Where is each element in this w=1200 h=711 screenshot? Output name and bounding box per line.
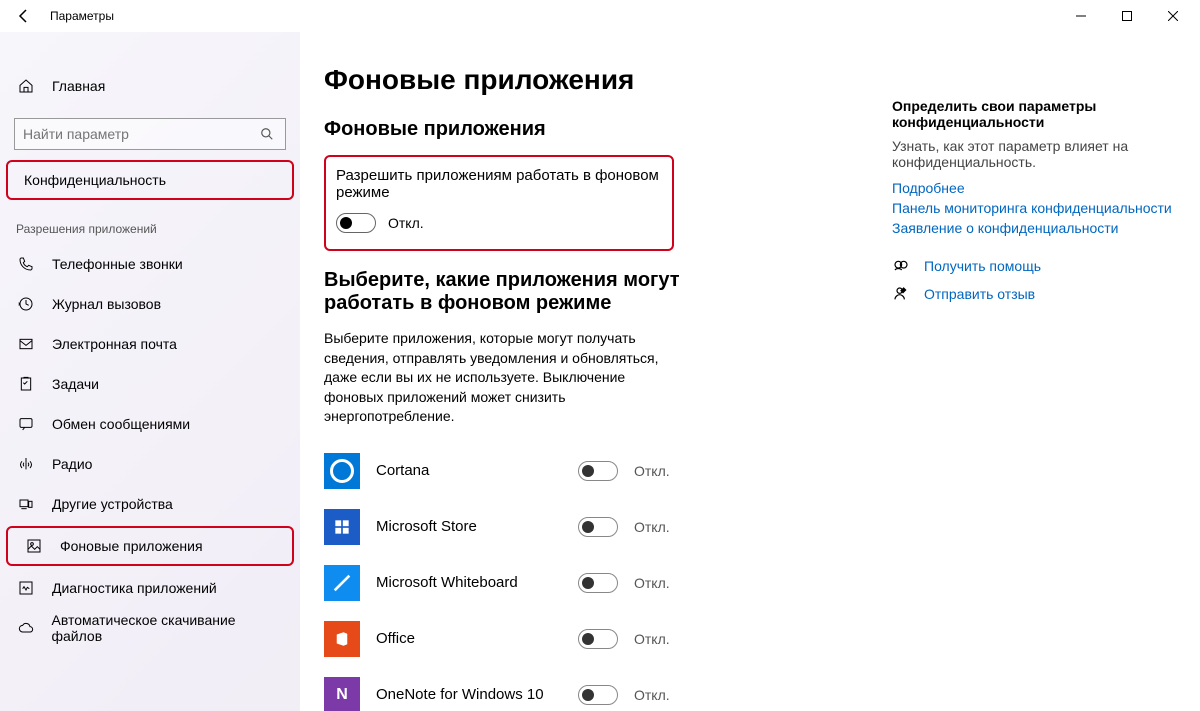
app-row-cortana: Cortana Откл. [324,443,684,499]
sidebar-item-label: Задачи [52,376,99,392]
background-icon [24,536,44,556]
sidebar-item-label: Радио [52,456,92,472]
app-name: Office [376,630,578,647]
devices-icon [16,494,36,514]
sidebar-item-label: Фоновые приложения [60,538,203,554]
app-toggle[interactable] [578,517,618,537]
help-icon [892,258,910,274]
app-name: OneNote for Windows 10 [376,686,578,703]
aside-link[interactable]: Панель мониторинга конфиденциальности [892,200,1172,216]
phone-icon [16,254,36,274]
master-toggle-state: Откл. [388,215,424,231]
office-app-icon [324,621,360,657]
sidebar-item-label: Диагностика приложений [52,580,217,596]
sidebar-item-label: Автоматическое скачивание файлов [51,612,284,644]
sidebar-item-phone[interactable]: Телефонные звонки [0,244,300,284]
store-app-icon [324,509,360,545]
app-name: Microsoft Whiteboard [376,574,578,591]
sidebar-home[interactable]: Главная [0,66,300,106]
back-button[interactable] [4,0,44,32]
titlebar: Параметры [0,0,1200,32]
aside: Определить свои параметры конфиденциальн… [892,52,1172,711]
app-toggle-state: Откл. [634,575,684,591]
radio-icon [16,454,36,474]
diagnostics-icon [16,578,36,598]
sidebar-item-mail[interactable]: Электронная почта [0,324,300,364]
sidebar-item-label: Обмен сообщениями [52,416,190,432]
app-row-office: Office Откл. [324,611,684,667]
section1-title: Фоновые приложения [324,118,862,141]
sidebar-home-label: Главная [52,78,105,94]
window-title: Параметры [50,9,114,23]
app-row-store: Microsoft Store Откл. [324,499,684,555]
app-row-whiteboard: Microsoft Whiteboard Откл. [324,555,684,611]
sidebar-item-radio[interactable]: Радио [0,444,300,484]
feedback-link[interactable]: Отправить отзыв [924,286,1035,302]
page-title: Фоновые приложения [324,64,862,96]
sidebar-item-message[interactable]: Обмен сообщениями [0,404,300,444]
whiteboard-app-icon [324,565,360,601]
sidebar-group-label: Разрешения приложений [0,204,300,244]
sidebar-item-background[interactable]: Фоновые приложения [6,526,294,566]
aside-text: Узнать, как этот параметр влияет на конф… [892,138,1172,170]
allow-label: Разрешить приложениям работать в фоновом… [336,167,662,201]
minimize-button[interactable] [1058,0,1104,32]
sidebar-item-label: Электронная почта [52,336,177,352]
aside-link[interactable]: Заявление о конфиденциальности [892,220,1172,236]
home-icon [16,76,36,96]
sidebar-item-diagnostics[interactable]: Диагностика приложений [0,568,300,608]
aside-link[interactable]: Подробнее [892,180,1172,196]
app-toggle-state: Откл. [634,519,684,535]
onenote-app-icon: N [324,677,360,711]
app-toggle[interactable] [578,629,618,649]
feedback-icon [892,286,910,302]
search-input[interactable] [23,126,257,142]
cortana-app-icon [324,453,360,489]
sidebar-item-tasks[interactable]: Задачи [0,364,300,404]
help-link[interactable]: Получить помощь [924,258,1041,274]
maximize-button[interactable] [1104,0,1150,32]
section2-desc: Выберите приложения, которые могут получ… [324,329,684,427]
app-row-onenote: N OneNote for Windows 10 Откл. [324,667,684,711]
sidebar-category-label: Конфиденциальность [24,172,166,188]
app-toggle[interactable] [578,685,618,705]
close-button[interactable] [1150,0,1196,32]
app-toggle-state: Откл. [634,463,684,479]
app-toggle[interactable] [578,573,618,593]
section2-title: Выберите, какие приложения могут работат… [324,269,764,315]
history-icon [16,294,36,314]
sidebar-item-label: Журнал вызовов [52,296,161,312]
cloud-icon [16,618,35,638]
sidebar-category-privacy[interactable]: Конфиденциальность [6,160,294,200]
mail-icon [16,334,36,354]
app-toggle[interactable] [578,461,618,481]
master-toggle[interactable] [336,213,376,233]
search-box[interactable] [14,118,286,150]
aside-title: Определить свои параметры конфиденциальн… [892,98,1172,130]
app-toggle-state: Откл. [634,631,684,647]
sidebar-item-devices[interactable]: Другие устройства [0,484,300,524]
tasks-icon [16,374,36,394]
sidebar-item-history[interactable]: Журнал вызовов [0,284,300,324]
sidebar-item-cloud[interactable]: Автоматическое скачивание файлов [0,608,300,648]
app-toggle-state: Откл. [634,687,684,703]
app-name: Cortana [376,462,578,479]
search-icon [257,127,277,141]
app-name: Microsoft Store [376,518,578,535]
main-area: Фоновые приложения Фоновые приложения Ра… [300,32,1200,711]
sidebar-item-label: Телефонные звонки [52,256,183,272]
message-icon [16,414,36,434]
allow-background-block: Разрешить приложениям работать в фоновом… [324,155,674,251]
sidebar-item-label: Другие устройства [52,496,173,512]
sidebar: Главная Конфиденциальность Разрешения пр… [0,32,300,711]
